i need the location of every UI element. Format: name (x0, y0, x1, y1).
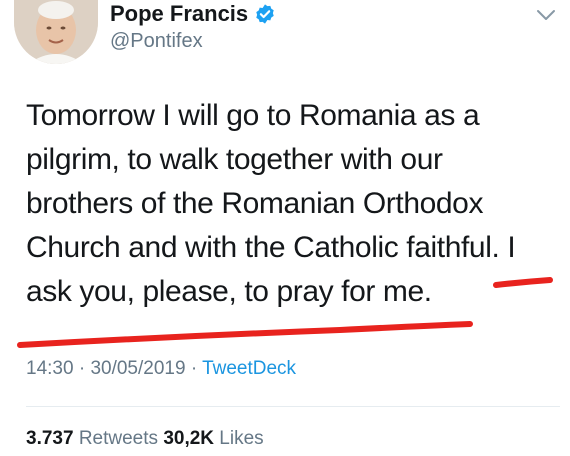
avatar-photo-icon (14, 0, 98, 64)
retweets-label[interactable]: Retweets (79, 428, 158, 449)
tweet-stats: 3.737 Retweets 30,2K Likes (26, 428, 264, 450)
tweet-text: Tomorrow I will go to Romania as a pilgr… (26, 94, 566, 314)
avatar[interactable] (14, 0, 98, 64)
author-handle[interactable]: @Pontifex (110, 30, 203, 53)
tweet-text-line: pilgrim, to walk together with our (26, 143, 443, 176)
likes-label[interactable]: Likes (219, 428, 263, 449)
tweet-date[interactable]: 30/05/2019 (90, 358, 185, 379)
tweet-time[interactable]: 14:30 (26, 358, 74, 379)
author-name-row: Pope Francis (110, 0, 276, 28)
divider (26, 406, 560, 407)
red-underline-stroke-bottom (17, 321, 473, 348)
tweet-card: Pope Francis @Pontifex Tomorrow I will g… (0, 0, 570, 456)
verified-badge-icon (254, 3, 276, 25)
tweet-text-line: brothers of the Romanian Orthodox (26, 187, 484, 220)
tweet-text-line: Tomorrow I will go to Romania as a (26, 99, 480, 132)
tweet-meta: 14:30 · 30/05/2019 · TweetDeck (26, 358, 296, 380)
likes-count[interactable]: 30,2K (163, 428, 214, 449)
meta-separator: · (190, 358, 198, 379)
author-display-name[interactable]: Pope Francis (110, 1, 248, 27)
retweets-count[interactable]: 3.737 (26, 428, 74, 449)
meta-separator: · (78, 358, 86, 379)
tweet-text-line: ask you, please, to pray for me. (26, 275, 432, 308)
tweet-text-line: Church and with the Catholic faithful. I (26, 231, 516, 264)
chevron-down-icon[interactable] (536, 8, 556, 22)
tweet-source-link[interactable]: TweetDeck (202, 358, 296, 379)
